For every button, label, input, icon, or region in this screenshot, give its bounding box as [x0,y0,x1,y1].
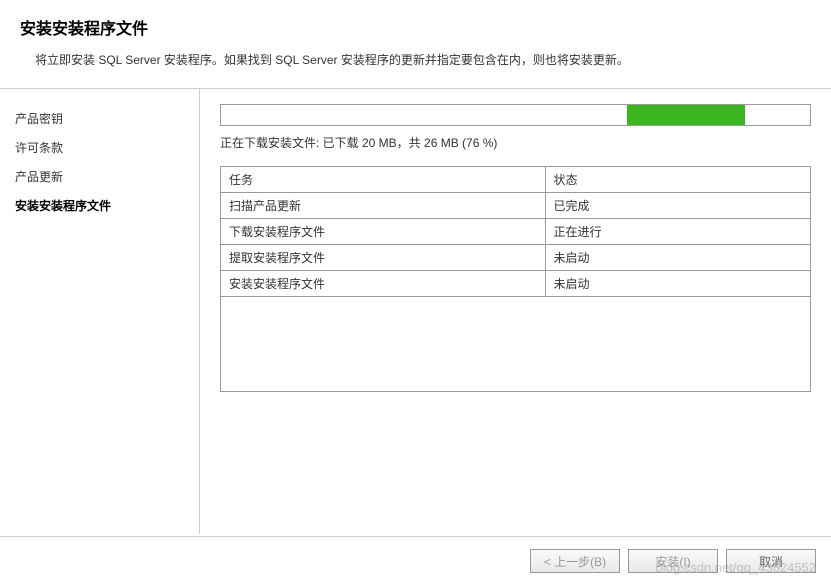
col-task: 任务 [221,167,546,193]
sidebar: 产品密钥 许可条款 产品更新 安装安装程序文件 [0,89,200,534]
task-cell: 提取安装程序文件 [221,245,546,271]
table-row: 安装安装程序文件 未启动 [221,271,811,297]
cancel-button[interactable]: 取消 [726,549,816,573]
sidebar-item-install-files[interactable]: 安装安装程序文件 [10,191,189,220]
task-cell: 扫描产品更新 [221,193,546,219]
col-status: 状态 [545,167,811,193]
table-row: 扫描产品更新 已完成 [221,193,811,219]
body: 产品密钥 许可条款 产品更新 安装安装程序文件 正在下载安装文件: 已下载 20… [0,89,831,534]
status-cell: 正在进行 [545,219,811,245]
table-header-row: 任务 状态 [221,167,811,193]
status-cell: 未启动 [545,271,811,297]
footer: < 上一步(B) 安装(I) 取消 [0,536,831,585]
sidebar-item-updates[interactable]: 产品更新 [10,162,189,191]
progress-fill [627,105,745,125]
download-status-text: 正在下载安装文件: 已下载 20 MB，共 26 MB (76 %) [220,134,811,151]
table-empty-area [220,297,811,392]
status-cell: 未启动 [545,245,811,271]
progress-bar [220,104,811,126]
sidebar-item-license[interactable]: 许可条款 [10,133,189,162]
page-description: 将立即安装 SQL Server 安装程序。如果找到 SQL Server 安装… [35,51,811,68]
table-row: 下载安装程序文件 正在进行 [221,219,811,245]
status-cell: 已完成 [545,193,811,219]
page-title: 安装安装程序文件 [20,15,811,39]
install-button[interactable]: 安装(I) [628,549,718,573]
back-button[interactable]: < 上一步(B) [530,549,620,573]
task-cell: 下载安装程序文件 [221,219,546,245]
table-row: 提取安装程序文件 未启动 [221,245,811,271]
sidebar-item-product-key[interactable]: 产品密钥 [10,104,189,133]
task-cell: 安装安装程序文件 [221,271,546,297]
header: 安装安装程序文件 将立即安装 SQL Server 安装程序。如果找到 SQL … [0,0,831,89]
task-table: 任务 状态 扫描产品更新 已完成 下载安装程序文件 正在进行 提取安装程序文件 … [220,166,811,297]
main-panel: 正在下载安装文件: 已下载 20 MB，共 26 MB (76 %) 任务 状态… [200,89,831,534]
